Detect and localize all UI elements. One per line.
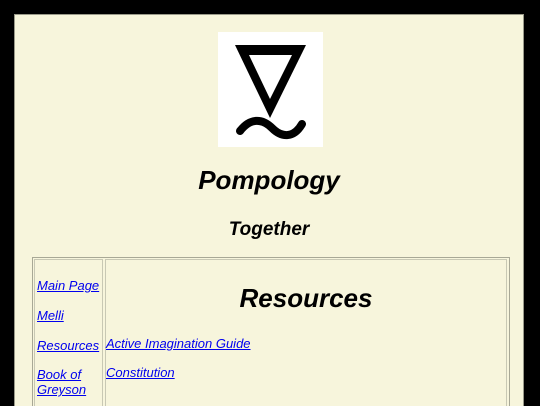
sidebar-nav: Main Page Melli Resources Book of Greyso… <box>34 259 103 406</box>
link-constitution[interactable]: Constitution <box>106 365 175 380</box>
nav-link-resources[interactable]: Resources <box>37 338 101 353</box>
nav-link-book-of-greyson[interactable]: Book of Greyson <box>37 367 101 397</box>
pompology-sigil-icon <box>218 32 323 147</box>
link-active-imagination-guide[interactable]: Active Imagination Guide <box>106 336 251 351</box>
page-heading: Resources <box>239 283 373 313</box>
nav-link-main-page[interactable]: Main Page <box>37 278 101 293</box>
main-content: Resources Active Imagination Guide Const… <box>105 259 507 406</box>
page-panel: Pompology Together Main Page Melli Resou… <box>14 14 524 406</box>
layout-table: Main Page Melli Resources Book of Greyso… <box>32 257 510 406</box>
site-title: Pompology <box>198 165 340 195</box>
nav-link-melli[interactable]: Melli <box>37 308 101 323</box>
site-subtitle: Together <box>228 219 310 240</box>
